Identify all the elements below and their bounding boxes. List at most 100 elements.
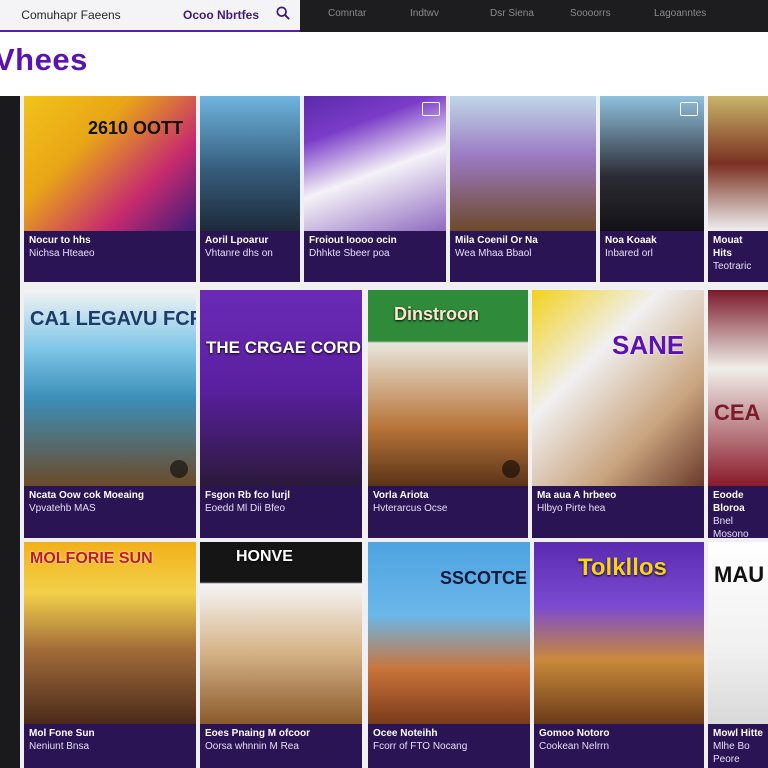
video-card[interactable]: THE CRGAE CORD Fsgon Rb fco lurjl Eoedd M… xyxy=(200,290,362,538)
video-caption: Ma aua A hrbeeo Hlbyo Pirte hea xyxy=(532,486,704,538)
video-caption: Fsgon Rb fco lurjl Eoedd Ml Dii Bfeo xyxy=(200,486,362,538)
video-title[interactable]: Fsgon Rb fco lurjl xyxy=(205,489,357,502)
video-meta: Bnel Mosono xyxy=(713,516,749,538)
video-thumbnail[interactable]: Tolkllos xyxy=(534,542,704,724)
video-caption: Vorla Ariota Hvterarcus Ocse xyxy=(368,486,528,538)
video-title[interactable]: Eoode Bloroa xyxy=(713,489,763,515)
video-title[interactable]: Ocee Noteihh xyxy=(373,727,525,740)
video-card[interactable]: Froiout Ioooo ocin Dhhkte Sbeer poa xyxy=(304,96,446,282)
play-icon[interactable] xyxy=(170,460,188,478)
video-card[interactable]: MOLFORIE SUN Mol Fone Sun Neniunt Bnsa xyxy=(24,542,196,768)
nav-link-soooorrs[interactable]: Soooorrs xyxy=(570,8,611,19)
video-card[interactable]: Tolkllos Gomoo Notoro Cookean Nelrrn xyxy=(534,542,704,768)
video-card[interactable]: CEA Eoode Bloroa Bnel Mosono xyxy=(708,290,768,538)
video-meta: Neniunt Bnsa xyxy=(29,741,90,752)
video-caption: Mila Coenil Or Na Wea Mhaa Bbaol xyxy=(450,231,596,282)
video-meta: Hvterarcus Ocse xyxy=(373,503,448,514)
video-caption: Ocee Noteihh Fcorr of FTO Nocang xyxy=(368,724,530,768)
nav-link-indtwv[interactable]: Indtwv xyxy=(410,8,439,19)
video-title[interactable]: Mouat Hits xyxy=(713,234,763,260)
tab-comuhapr[interactable]: Comuhapr Faeens xyxy=(0,0,142,33)
video-meta: Vpvatehb MAS xyxy=(29,503,96,514)
video-meta: Eoedd Ml Dii Bfeo xyxy=(205,503,286,514)
video-caption: Mowl Hitte Mlhe Bo Peore xyxy=(708,724,768,768)
video-title[interactable]: Mila Coenil Or Na xyxy=(455,234,591,247)
video-grid: 2610 OOTT Nocur to hhs Nichsa Hteaeo Aori… xyxy=(20,96,768,768)
video-thumbnail[interactable]: MAU xyxy=(708,542,768,724)
video-title[interactable]: Vorla Ariota xyxy=(373,489,523,502)
video-thumbnail[interactable]: Dinstroon xyxy=(368,290,528,486)
video-card[interactable]: CA1 LEGAVU FCR Ncata Oow cok Moeaing Vpva… xyxy=(24,290,196,538)
page-header xyxy=(0,32,768,96)
video-thumbnail[interactable]: CEA xyxy=(708,290,768,486)
video-thumbnail[interactable] xyxy=(304,96,446,231)
video-title[interactable]: Ma aua A hrbeeo xyxy=(537,489,699,502)
video-meta: Wea Mhaa Bbaol xyxy=(455,248,532,259)
nav-link-dsr-siena[interactable]: Dsr Siena xyxy=(490,8,534,19)
video-card[interactable]: Dinstroon Vorla Ariota Hvterarcus Ocse xyxy=(368,290,528,538)
video-caption: Aoril Lpoarur Vhtanre dhs on xyxy=(200,231,300,282)
video-caption: Gomoo Notoro Cookean Nelrrn xyxy=(534,724,704,768)
video-card[interactable]: Mouat Hits Teotraric xyxy=(708,96,768,282)
nav-link-lagoanntes[interactable]: Lagoanntes xyxy=(654,8,706,19)
video-thumbnail[interactable]: 2610 OOTT xyxy=(24,96,196,231)
thumbnail-text: SANE xyxy=(612,330,685,360)
video-meta: Dhhkte Sbeer poa xyxy=(309,248,390,259)
thumbnail-text: MAU xyxy=(714,562,765,587)
video-title[interactable]: Froiout Ioooo ocin xyxy=(309,234,441,247)
video-thumbnail[interactable] xyxy=(450,96,596,231)
video-meta: Teotraric xyxy=(713,261,752,272)
video-thumbnail[interactable] xyxy=(600,96,704,231)
play-icon[interactable] xyxy=(502,460,520,478)
left-sidebar xyxy=(0,96,20,768)
thumbnail-text: MOLFORIE SUN xyxy=(30,550,153,567)
thumbnail-text: 2610 OOTT xyxy=(88,118,184,138)
brand-logo[interactable]: Vhees xyxy=(0,42,88,78)
video-thumbnail[interactable]: SANE xyxy=(532,290,704,486)
video-title[interactable]: Mowl Hitte xyxy=(713,727,763,740)
video-title[interactable]: Gomoo Notoro xyxy=(539,727,699,740)
video-meta: Vhtanre dhs on xyxy=(205,248,273,259)
video-meta: Hlbyo Pirte hea xyxy=(537,503,606,514)
video-meta: Nichsa Hteaeo xyxy=(29,248,95,259)
video-caption: Noa Koaak Inbared orl xyxy=(600,231,704,282)
video-card[interactable]: Noa Koaak Inbared orl xyxy=(600,96,704,282)
video-meta: Inbared orl xyxy=(605,248,653,259)
video-thumbnail[interactable]: MOLFORIE SUN xyxy=(24,542,196,724)
video-caption: Ncata Oow cok Moeaing Vpvatehb MAS xyxy=(24,486,196,538)
video-title[interactable]: Nocur to hhs xyxy=(29,234,191,247)
video-title[interactable]: Mol Fone Sun xyxy=(29,727,191,740)
thumbnail-text: Dinstroon xyxy=(394,304,479,324)
video-meta: Mlhe Bo Peore xyxy=(713,741,750,765)
video-thumbnail[interactable]: SSCOTCE xyxy=(368,542,530,724)
video-title[interactable]: Eoes Pnaing M ofcoor xyxy=(205,727,357,740)
video-card[interactable]: Aoril Lpoarur Vhtanre dhs on xyxy=(200,96,300,282)
video-meta: Cookean Nelrrn xyxy=(539,741,610,752)
video-caption: Eoes Pnaing M ofcoor Oorsa whnnin M Rea xyxy=(200,724,362,768)
video-title[interactable]: Ncata Oow cok Moeaing xyxy=(29,489,191,502)
video-caption: Froiout Ioooo ocin Dhhkte Sbeer poa xyxy=(304,231,446,282)
video-thumbnail[interactable]: THE CRGAE CORD xyxy=(200,290,362,486)
video-meta: Fcorr of FTO Nocang xyxy=(373,741,468,752)
video-card[interactable]: HONVE Eoes Pnaing M ofcoor Oorsa whnnin M… xyxy=(200,542,362,768)
search-icon[interactable] xyxy=(276,6,290,20)
thumbnail-text: HONVE xyxy=(236,548,293,565)
video-title[interactable]: Aoril Lpoarur xyxy=(205,234,295,247)
badge-icon xyxy=(422,102,440,116)
top-bar: Comuhapr Faeens Ocoo Nbrtfes Comntar Ind… xyxy=(0,0,768,33)
video-card[interactable]: Mila Coenil Or Na Wea Mhaa Bbaol xyxy=(450,96,596,282)
thumbnail-text: THE CRGAE CORD xyxy=(206,338,361,357)
video-card[interactable]: MAU Mowl Hitte Mlhe Bo Peore xyxy=(708,542,768,768)
video-caption: Eoode Bloroa Bnel Mosono xyxy=(708,486,768,538)
video-thumbnail[interactable]: CA1 LEGAVU FCR xyxy=(24,290,196,486)
nav-link-comntar[interactable]: Comntar xyxy=(328,8,366,19)
video-thumbnail[interactable] xyxy=(708,96,768,231)
video-card[interactable]: SSCOTCE Ocee Noteihh Fcorr of FTO Nocang xyxy=(368,542,530,768)
video-thumbnail[interactable] xyxy=(200,96,300,231)
video-title[interactable]: Noa Koaak xyxy=(605,234,699,247)
video-card[interactable]: SANE Ma aua A hrbeeo Hlbyo Pirte hea xyxy=(532,290,704,538)
video-card[interactable]: 2610 OOTT Nocur to hhs Nichsa Hteaeo xyxy=(24,96,196,282)
thumbnail-text: SSCOTCE xyxy=(440,568,528,588)
video-meta: Oorsa whnnin M Rea xyxy=(205,741,299,752)
video-thumbnail[interactable]: HONVE xyxy=(200,542,362,724)
